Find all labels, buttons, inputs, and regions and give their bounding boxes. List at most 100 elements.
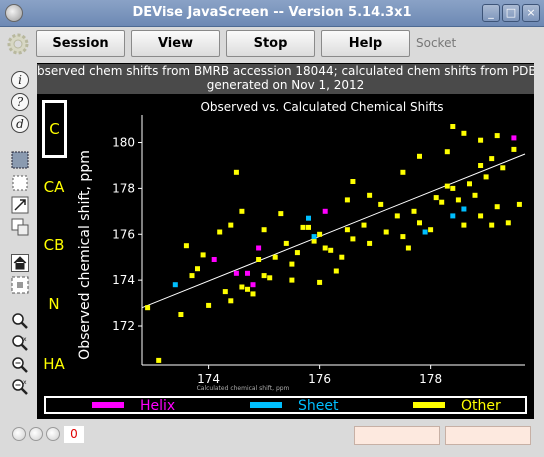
other-point (478, 137, 484, 143)
help-icon[interactable]: ? (11, 93, 29, 111)
y-axis-label: Observed chemical shift, ppm (77, 150, 93, 360)
other-point (183, 243, 189, 249)
legend-label-sheet: Sheet (298, 398, 339, 414)
other-point (411, 208, 417, 214)
helix-point (250, 282, 256, 288)
other-point (450, 185, 456, 191)
other-point (322, 245, 328, 251)
helix-point (256, 245, 262, 251)
other-point (516, 201, 522, 207)
other-point (267, 275, 273, 281)
gear-icon (7, 33, 29, 55)
resize-icon[interactable] (11, 196, 29, 214)
move-icon[interactable] (11, 218, 29, 236)
other-point (489, 222, 495, 228)
status-light-2 (29, 427, 43, 441)
svg-text:x: x (23, 379, 27, 386)
other-point (500, 165, 506, 171)
legend-swatch-sheet (250, 402, 282, 408)
other-point (195, 266, 200, 272)
describe-icon[interactable]: d (11, 115, 29, 133)
other-point (478, 163, 484, 168)
other-point (494, 133, 500, 139)
other-point (245, 286, 250, 292)
other-point (206, 302, 212, 308)
other-point (344, 197, 350, 203)
other-point (455, 197, 461, 203)
other-point (217, 229, 223, 235)
view-button[interactable]: View (131, 30, 220, 57)
helix-point (511, 135, 517, 141)
other-point (494, 204, 500, 210)
other-point (461, 130, 467, 136)
maximize-button[interactable]: □ (502, 4, 520, 22)
other-point (367, 240, 373, 246)
other-point (250, 291, 256, 297)
window-title: DEVise JavaScreen -- Version 5.14.3x1 (132, 5, 412, 20)
other-point (145, 305, 151, 311)
other-point (378, 201, 384, 207)
visualization-panel[interactable]: bserved chem shifts from BMRB accession … (37, 63, 534, 419)
other-point (439, 199, 445, 205)
status-light-1 (12, 427, 26, 441)
zoom-out-icon[interactable] (11, 356, 29, 374)
other-point (461, 222, 467, 228)
other-point (261, 273, 267, 279)
other-point (444, 149, 450, 155)
fit-view-icon[interactable] (11, 276, 29, 294)
helix-point (245, 270, 250, 276)
other-point (311, 238, 317, 244)
other-point (228, 298, 234, 304)
other-point (405, 245, 411, 251)
y-tick-label: 174 (112, 273, 135, 287)
status-light-3 (46, 427, 60, 441)
other-point (400, 234, 406, 240)
legend-label-other: Other (461, 398, 501, 414)
other-point (344, 227, 350, 233)
help-button[interactable]: Help (321, 30, 410, 57)
other-point (300, 224, 306, 230)
error-count: 0 (64, 426, 84, 443)
stop-button[interactable]: Stop (226, 30, 315, 57)
zoom-region-icon[interactable] (11, 174, 29, 192)
other-point (350, 236, 356, 242)
zoom-out-x-icon[interactable]: x (11, 378, 29, 396)
other-point (428, 227, 434, 233)
other-point (444, 183, 450, 189)
home-icon[interactable] (11, 254, 29, 272)
minimize-button[interactable]: _ (482, 4, 500, 22)
other-point (450, 124, 456, 129)
other-point (200, 252, 206, 258)
y-tick-label: 172 (112, 319, 135, 333)
other-point (483, 174, 489, 180)
other-point (383, 229, 389, 235)
info-icon[interactable]: i (11, 71, 29, 89)
other-point (306, 224, 311, 230)
select-mode-icon[interactable] (11, 151, 29, 169)
other-point (505, 220, 511, 226)
close-button[interactable]: × (522, 4, 540, 22)
other-point (189, 273, 195, 279)
sheet-point (461, 206, 467, 212)
other-point (233, 169, 239, 175)
sheet-point (450, 213, 456, 219)
other-point (339, 254, 345, 260)
other-point (467, 181, 472, 187)
session-button[interactable]: Session (36, 30, 125, 57)
helix-point (211, 257, 217, 262)
other-point (289, 261, 295, 267)
other-point (394, 213, 400, 219)
other-point (317, 231, 323, 237)
legend-swatch-other (413, 402, 445, 408)
status-field-2 (445, 426, 531, 445)
other-point (256, 257, 262, 262)
scatter-chart[interactable]: Observed vs. Calculated Chemical Shifts … (37, 63, 534, 419)
zoom-in-x-icon[interactable]: x (11, 334, 29, 352)
zoom-in-icon[interactable] (11, 312, 29, 330)
y-tick-label: 176 (112, 227, 135, 241)
other-point (489, 156, 495, 162)
other-point (156, 357, 162, 363)
socket-status: Socket (416, 36, 457, 50)
sheet-point (311, 234, 317, 240)
other-point (278, 211, 284, 217)
